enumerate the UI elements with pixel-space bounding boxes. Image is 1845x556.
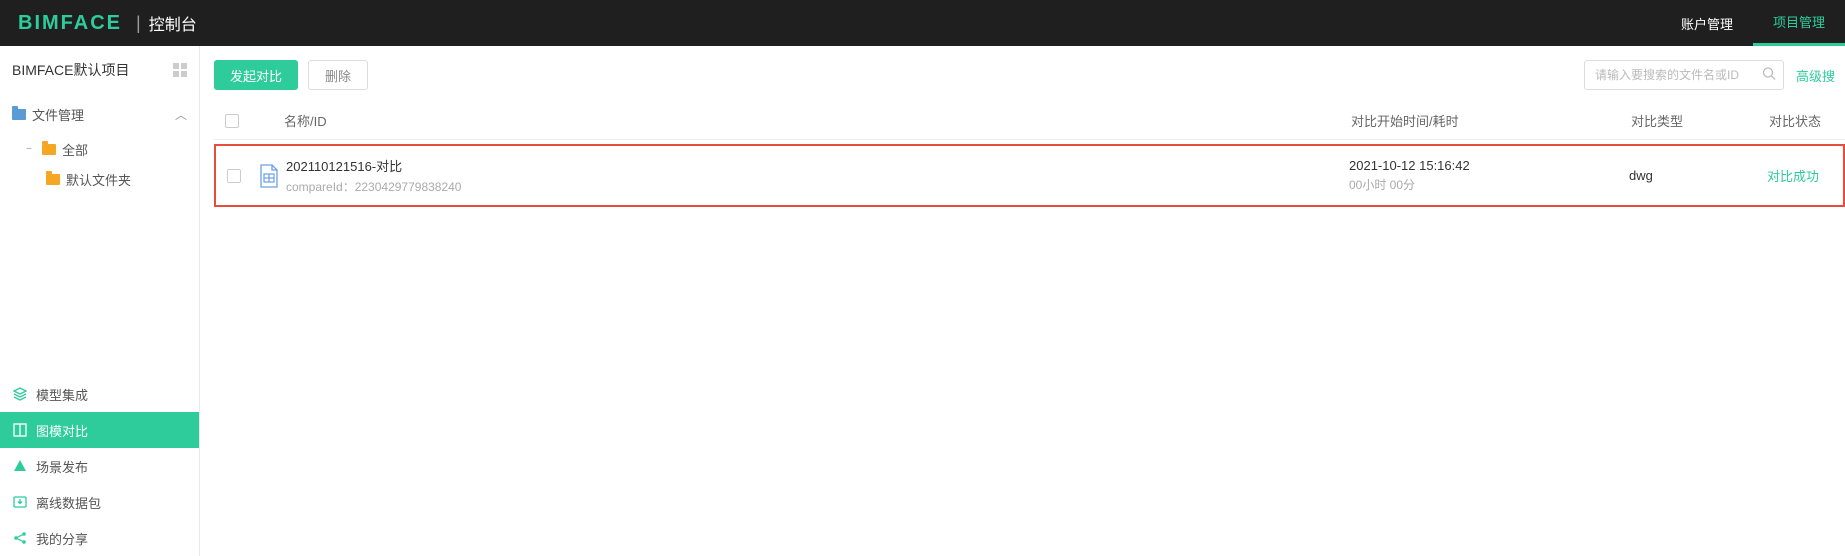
search-wrap [1584, 60, 1784, 90]
sidebar-item-scene-publish[interactable]: 场景发布 [0, 448, 199, 484]
download-icon [12, 495, 28, 509]
sidebar-item-label: 模型集成 [36, 385, 88, 404]
select-all-checkbox[interactable] [225, 114, 239, 128]
project-title: BIMFACE默认项目 [12, 60, 129, 80]
table-body: 202110121516-对比 compareId：22304297798382… [214, 140, 1845, 207]
top-header: BIMFACE | 控制台 账户管理 项目管理 [0, 0, 1845, 46]
main-content: 发起对比 删除 高级搜 名称/ID 对比开始时间/耗时 对比类型 对比状态 [200, 46, 1845, 556]
folder-icon [42, 144, 56, 155]
tree-toggle-icon: − [26, 144, 36, 155]
logo-sub: 控制台 [149, 11, 197, 35]
table-header: 名称/ID 对比开始时间/耗时 对比类型 对比状态 [214, 102, 1845, 140]
file-mgmt-section: 文件管理 ︿ − 全部 默认文件夹 [0, 94, 199, 194]
sidebar-item-model-integrate[interactable]: 模型集成 [0, 376, 199, 412]
file-mgmt-header[interactable]: 文件管理 ︿ [0, 94, 199, 134]
sidebar-item-label: 场景发布 [36, 457, 88, 476]
start-compare-button[interactable]: 发起对比 [214, 60, 298, 90]
row-start-time: 2021-10-12 15:16:42 [1349, 158, 1629, 173]
logo-main: BIMFACE [18, 12, 128, 34]
col-header-type: 对比类型 [1631, 111, 1751, 130]
row-time-group: 2021-10-12 15:16:42 00小时 00分 [1349, 158, 1629, 193]
sidebar-item-label: 我的分享 [36, 529, 88, 548]
col-header-time: 对比开始时间/耗时 [1351, 111, 1631, 130]
share-icon [12, 531, 28, 545]
row-name: 202110121516-对比 [286, 156, 1349, 175]
grid-icon[interactable] [173, 63, 187, 77]
row-status: 对比成功 [1749, 166, 1829, 185]
row-name-group: 202110121516-对比 compareId：22304297798382… [286, 156, 1349, 195]
svg-text:BIMFACE: BIMFACE [18, 12, 122, 34]
row-type: dwg [1629, 168, 1749, 183]
chevron-up-icon: ︿ [175, 106, 187, 123]
bimface-logo-icon: BIMFACE [18, 12, 128, 34]
sidebar-item-label: 离线数据包 [36, 493, 101, 512]
sidebar-item-compare[interactable]: 图模对比 [0, 412, 199, 448]
tree-child-label: 默认文件夹 [66, 170, 131, 189]
table-row[interactable]: 202110121516-对比 compareId：22304297798382… [214, 144, 1845, 207]
folder-tree: − 全部 默认文件夹 [0, 134, 199, 194]
col-header-status: 对比状态 [1751, 111, 1831, 130]
sidebar-nav: 模型集成 图模对比 场景发布 离线数据包 [0, 376, 199, 556]
tree-child-default[interactable]: 默认文件夹 [40, 164, 199, 194]
file-icon [252, 164, 286, 188]
search-icon[interactable] [1762, 67, 1776, 84]
tree-root-all[interactable]: − 全部 [12, 134, 199, 164]
file-mgmt-label: 文件管理 [32, 105, 84, 124]
row-checkbox[interactable] [227, 169, 241, 183]
logo-area: BIMFACE | 控制台 [18, 11, 197, 35]
advanced-search-link[interactable]: 高级搜 [1796, 66, 1835, 85]
folder-icon [12, 109, 26, 120]
layers-icon [12, 387, 28, 401]
scene-icon [12, 459, 28, 473]
folder-icon [46, 174, 60, 185]
logo-divider: | [136, 13, 141, 34]
project-header: BIMFACE默认项目 [0, 46, 199, 94]
compare-icon [12, 423, 28, 437]
nav-project-mgmt[interactable]: 项目管理 [1753, 0, 1845, 46]
col-header-name: 名称/ID [284, 111, 1351, 130]
top-nav: 账户管理 项目管理 [1661, 0, 1845, 46]
sidebar-item-offline-package[interactable]: 离线数据包 [0, 484, 199, 520]
sidebar-item-my-share[interactable]: 我的分享 [0, 520, 199, 556]
nav-account-mgmt[interactable]: 账户管理 [1661, 0, 1753, 46]
row-compare-id: compareId：2230429779838240 [286, 178, 1349, 195]
delete-button[interactable]: 删除 [308, 60, 368, 90]
sidebar-item-label: 图模对比 [36, 421, 88, 440]
tree-root-label: 全部 [62, 140, 88, 159]
toolbar: 发起对比 删除 高级搜 [214, 60, 1845, 90]
row-duration: 00小时 00分 [1349, 176, 1629, 193]
sidebar: BIMFACE默认项目 文件管理 ︿ − 全部 [0, 46, 200, 556]
search-input[interactable] [1584, 60, 1784, 90]
